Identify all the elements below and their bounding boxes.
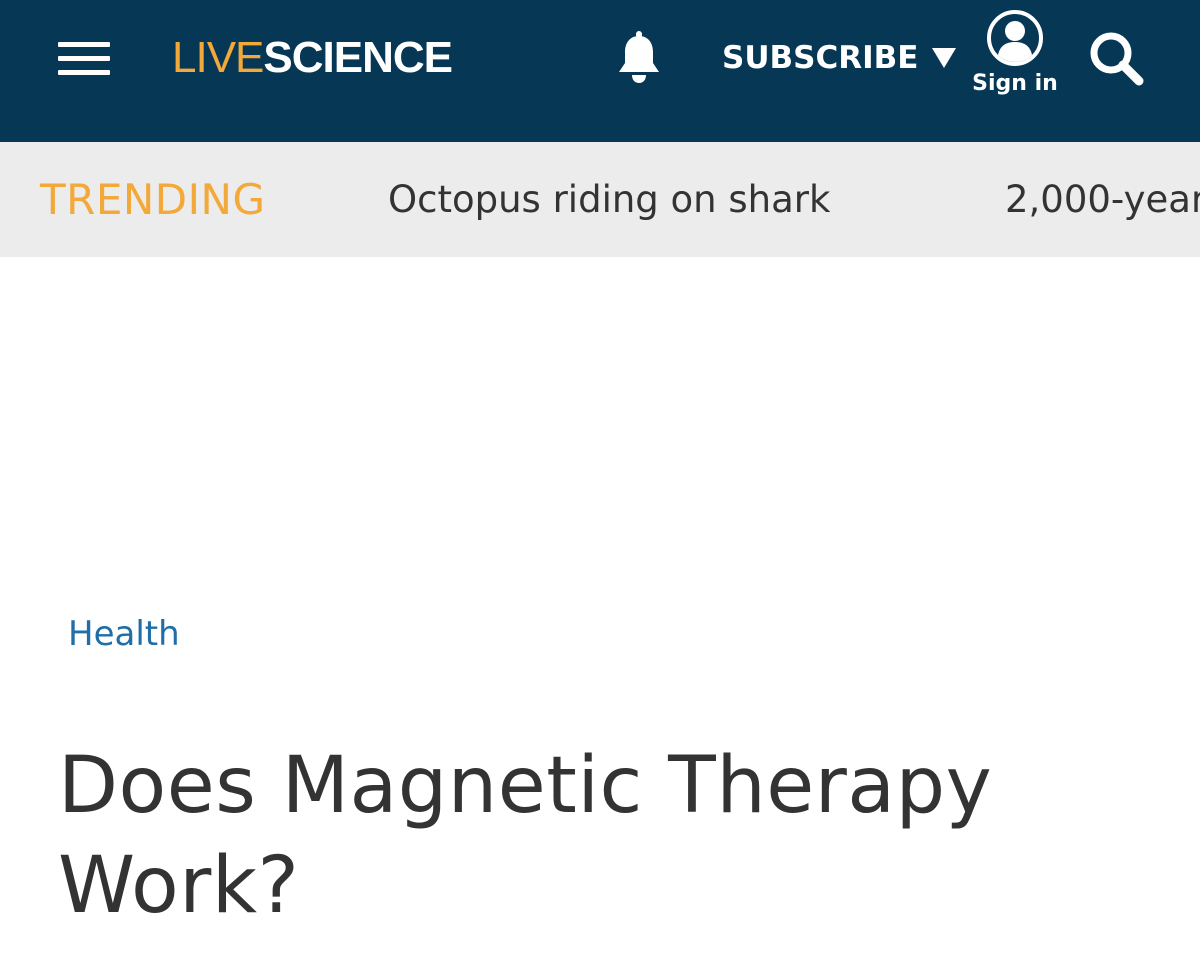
sign-in-label: Sign in — [972, 71, 1058, 96]
trending-label: TRENDING — [40, 175, 266, 224]
subscribe-label: SUBSCRIBE — [722, 40, 919, 76]
logo-live-text: LIVE — [172, 33, 264, 82]
article-title: Does Magnetic Therapy Work? — [58, 741, 993, 931]
search-icon[interactable] — [1086, 28, 1146, 88]
hamburger-menu-icon[interactable] — [58, 40, 110, 76]
sign-in-button[interactable]: Sign in — [970, 8, 1060, 102]
site-logo[interactable]: LIVESCIENCE — [172, 30, 453, 86]
trending-bar: TRENDING Octopus riding on shark 2,000-y… — [0, 142, 1200, 257]
bell-icon[interactable] — [612, 30, 666, 86]
caret-down-icon — [932, 47, 957, 68]
trending-link[interactable]: 2,000-year — [1005, 142, 1200, 257]
logo-science-text: SCIENCE — [263, 33, 453, 82]
site-header: LIVESCIENCE SUBSCRIBE Sign in — [0, 0, 1200, 142]
subscribe-button[interactable]: SUBSCRIBE — [722, 36, 957, 80]
article-category-link[interactable]: Health — [68, 612, 180, 656]
trending-link[interactable]: Octopus riding on shark — [388, 142, 830, 257]
user-account-icon — [987, 10, 1043, 66]
